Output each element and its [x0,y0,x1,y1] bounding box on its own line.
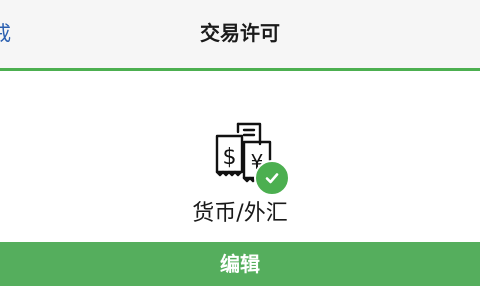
permission-label: 货币/外汇 [192,201,288,226]
check-circle-icon [254,160,290,196]
nav-divider [0,68,480,71]
edit-button[interactable]: 编辑 [0,242,480,286]
bottom-strip [0,286,480,300]
svg-text:$: $ [223,145,237,170]
top-nav-bar: 戒 交易许可 [0,0,480,68]
page-title: 交易许可 [200,21,280,45]
